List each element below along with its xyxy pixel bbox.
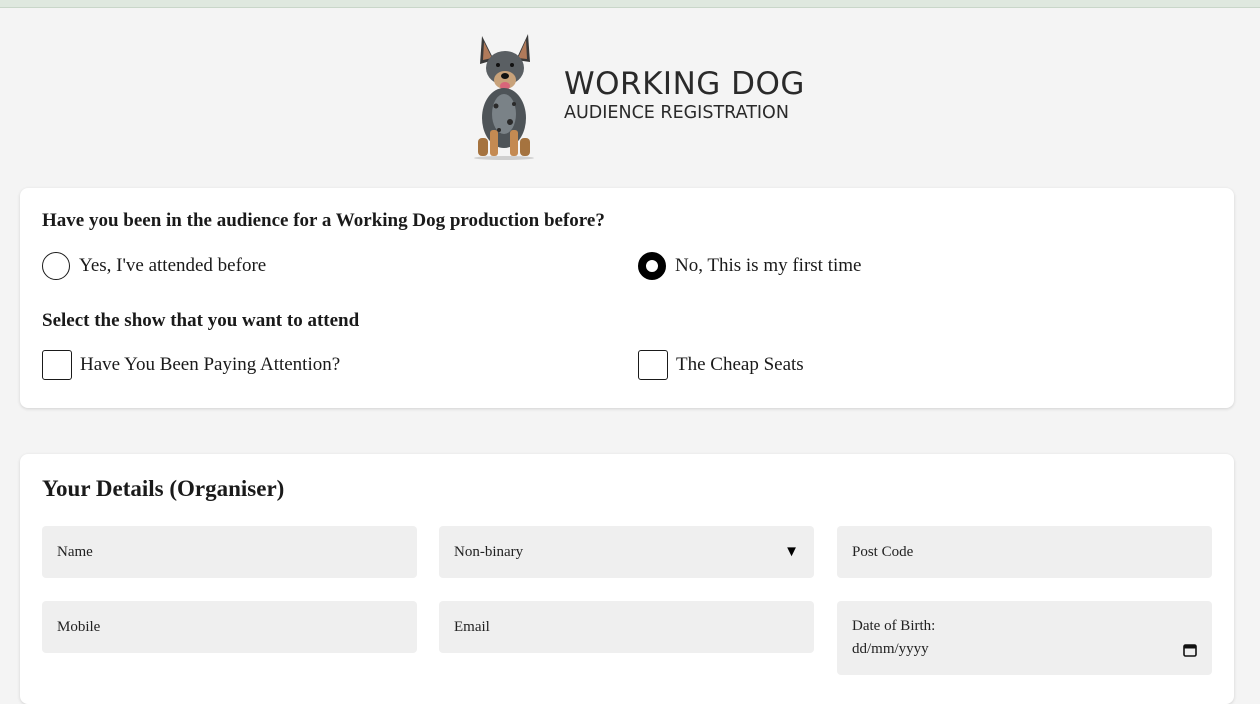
mobile-field[interactable]: Mobile <box>42 601 417 653</box>
brand-title: WORKING DOG <box>564 66 805 102</box>
paying-attention-label: Have You Been Paying Attention? <box>80 354 341 375</box>
cheap-seats-label: The Cheap Seats <box>676 354 804 375</box>
attended-before-radio[interactable] <box>42 252 70 280</box>
dog-logo-icon <box>474 34 534 160</box>
details-card: Your Details (Organiser) Name Non-binary… <box>20 454 1234 704</box>
attendance-card: Have you been in the audience for a Work… <box>20 188 1234 408</box>
calendar-icon[interactable] <box>1183 643 1197 657</box>
dob-label: Date of Birth: <box>852 618 936 634</box>
dob-field[interactable]: Date of Birth: dd/mm/yyyy <box>837 601 1212 675</box>
email-field[interactable]: Email <box>439 601 814 653</box>
details-title: Your Details (Organiser) <box>42 476 285 501</box>
gender-value: Non-binary <box>454 543 524 560</box>
show-option-paying-attention[interactable]: Have You Been Paying Attention? <box>42 350 340 380</box>
attendance-question: Have you been in the audience for a Work… <box>42 210 605 231</box>
first-time-label: No, This is my first time <box>675 255 862 276</box>
dob-input-row: dd/mm/yyyy <box>852 641 1197 658</box>
top-bar <box>0 0 1260 8</box>
postcode-field[interactable]: Post Code <box>837 526 1212 578</box>
first-time-option[interactable]: No, This is my first time <box>638 252 861 280</box>
header: WORKING DOG AUDIENCE REGISTRATION <box>0 26 1260 166</box>
dob-placeholder: dd/mm/yyyy <box>852 641 929 657</box>
paying-attention-checkbox[interactable] <box>42 350 72 380</box>
chevron-down-icon: ▼ <box>784 543 799 560</box>
attended-before-option[interactable]: Yes, I've attended before <box>42 252 266 280</box>
show-option-cheap-seats[interactable]: The Cheap Seats <box>638 350 804 380</box>
show-question: Select the show that you want to attend <box>42 310 360 331</box>
name-field[interactable]: Name <box>42 526 417 578</box>
first-time-radio[interactable] <box>638 252 666 280</box>
gender-select[interactable]: Non-binary ▼ <box>439 526 814 578</box>
brand-subtitle: AUDIENCE REGISTRATION <box>564 103 789 123</box>
brand: WORKING DOG AUDIENCE REGISTRATION <box>564 68 805 124</box>
attended-before-label: Yes, I've attended before <box>79 255 267 276</box>
cheap-seats-checkbox[interactable] <box>638 350 668 380</box>
